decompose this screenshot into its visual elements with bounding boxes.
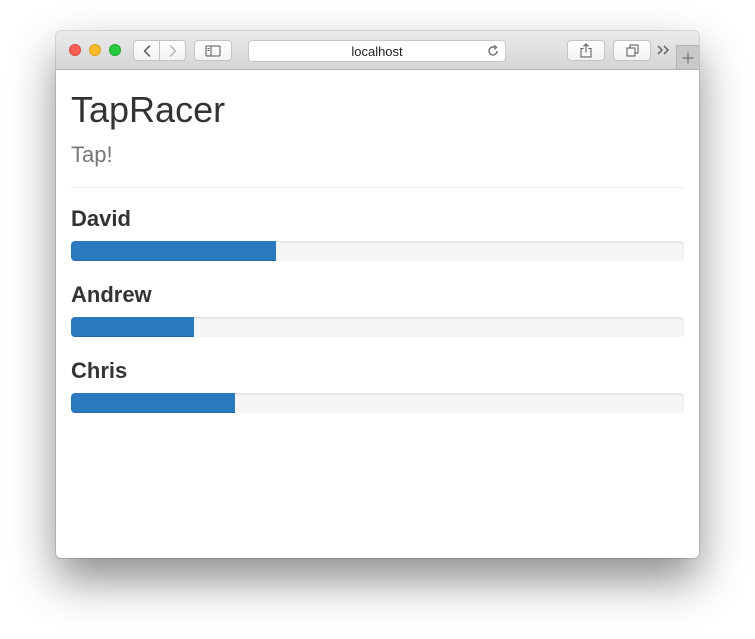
racer-progress-track [71, 393, 684, 413]
chevron-right-icon [169, 44, 176, 57]
plus-icon [682, 52, 694, 63]
tabs-icon [626, 44, 638, 57]
racer-progress-bar [71, 241, 277, 261]
forward-button[interactable] [159, 41, 185, 60]
zoom-window-button[interactable] [109, 44, 121, 56]
address-text: localhost [351, 43, 403, 59]
racer-entry: Andrew [71, 282, 684, 337]
sidebar-button[interactable] [194, 40, 232, 61]
racer-progress-track [71, 241, 684, 261]
racer-entry: Chris [71, 358, 684, 413]
new-tab-button[interactable] [676, 45, 699, 69]
share-icon [580, 43, 592, 58]
navigation-buttons [133, 40, 186, 61]
racer-name: Chris [71, 358, 128, 383]
browser-toolbar: localhost [56, 31, 699, 70]
chevron-left-icon [143, 44, 150, 57]
share-button[interactable] [567, 40, 605, 61]
browser-window: localhost TapRacer Tap! David Andrew Chr… [56, 31, 699, 558]
address-bar[interactable]: localhost [248, 40, 506, 62]
racer-entry: David [71, 206, 684, 261]
racer-progress-bar [71, 393, 235, 413]
page-title: TapRacer [71, 89, 226, 130]
show-tabs-button[interactable] [613, 40, 651, 61]
close-window-button[interactable] [69, 44, 81, 56]
racer-progress-bar [71, 317, 194, 337]
page-subtitle: Tap! [71, 142, 113, 167]
racer-name: Andrew [71, 282, 152, 307]
minimize-window-button[interactable] [89, 44, 101, 56]
racer-name: David [71, 206, 131, 231]
sidebar-icon [205, 45, 221, 56]
back-button[interactable] [134, 41, 159, 60]
double-chevron-right-icon [657, 45, 669, 55]
more-toolbar-items-button[interactable] [656, 41, 670, 59]
header-divider [71, 187, 684, 188]
racer-progress-track [71, 317, 684, 337]
reload-icon[interactable] [486, 44, 500, 58]
